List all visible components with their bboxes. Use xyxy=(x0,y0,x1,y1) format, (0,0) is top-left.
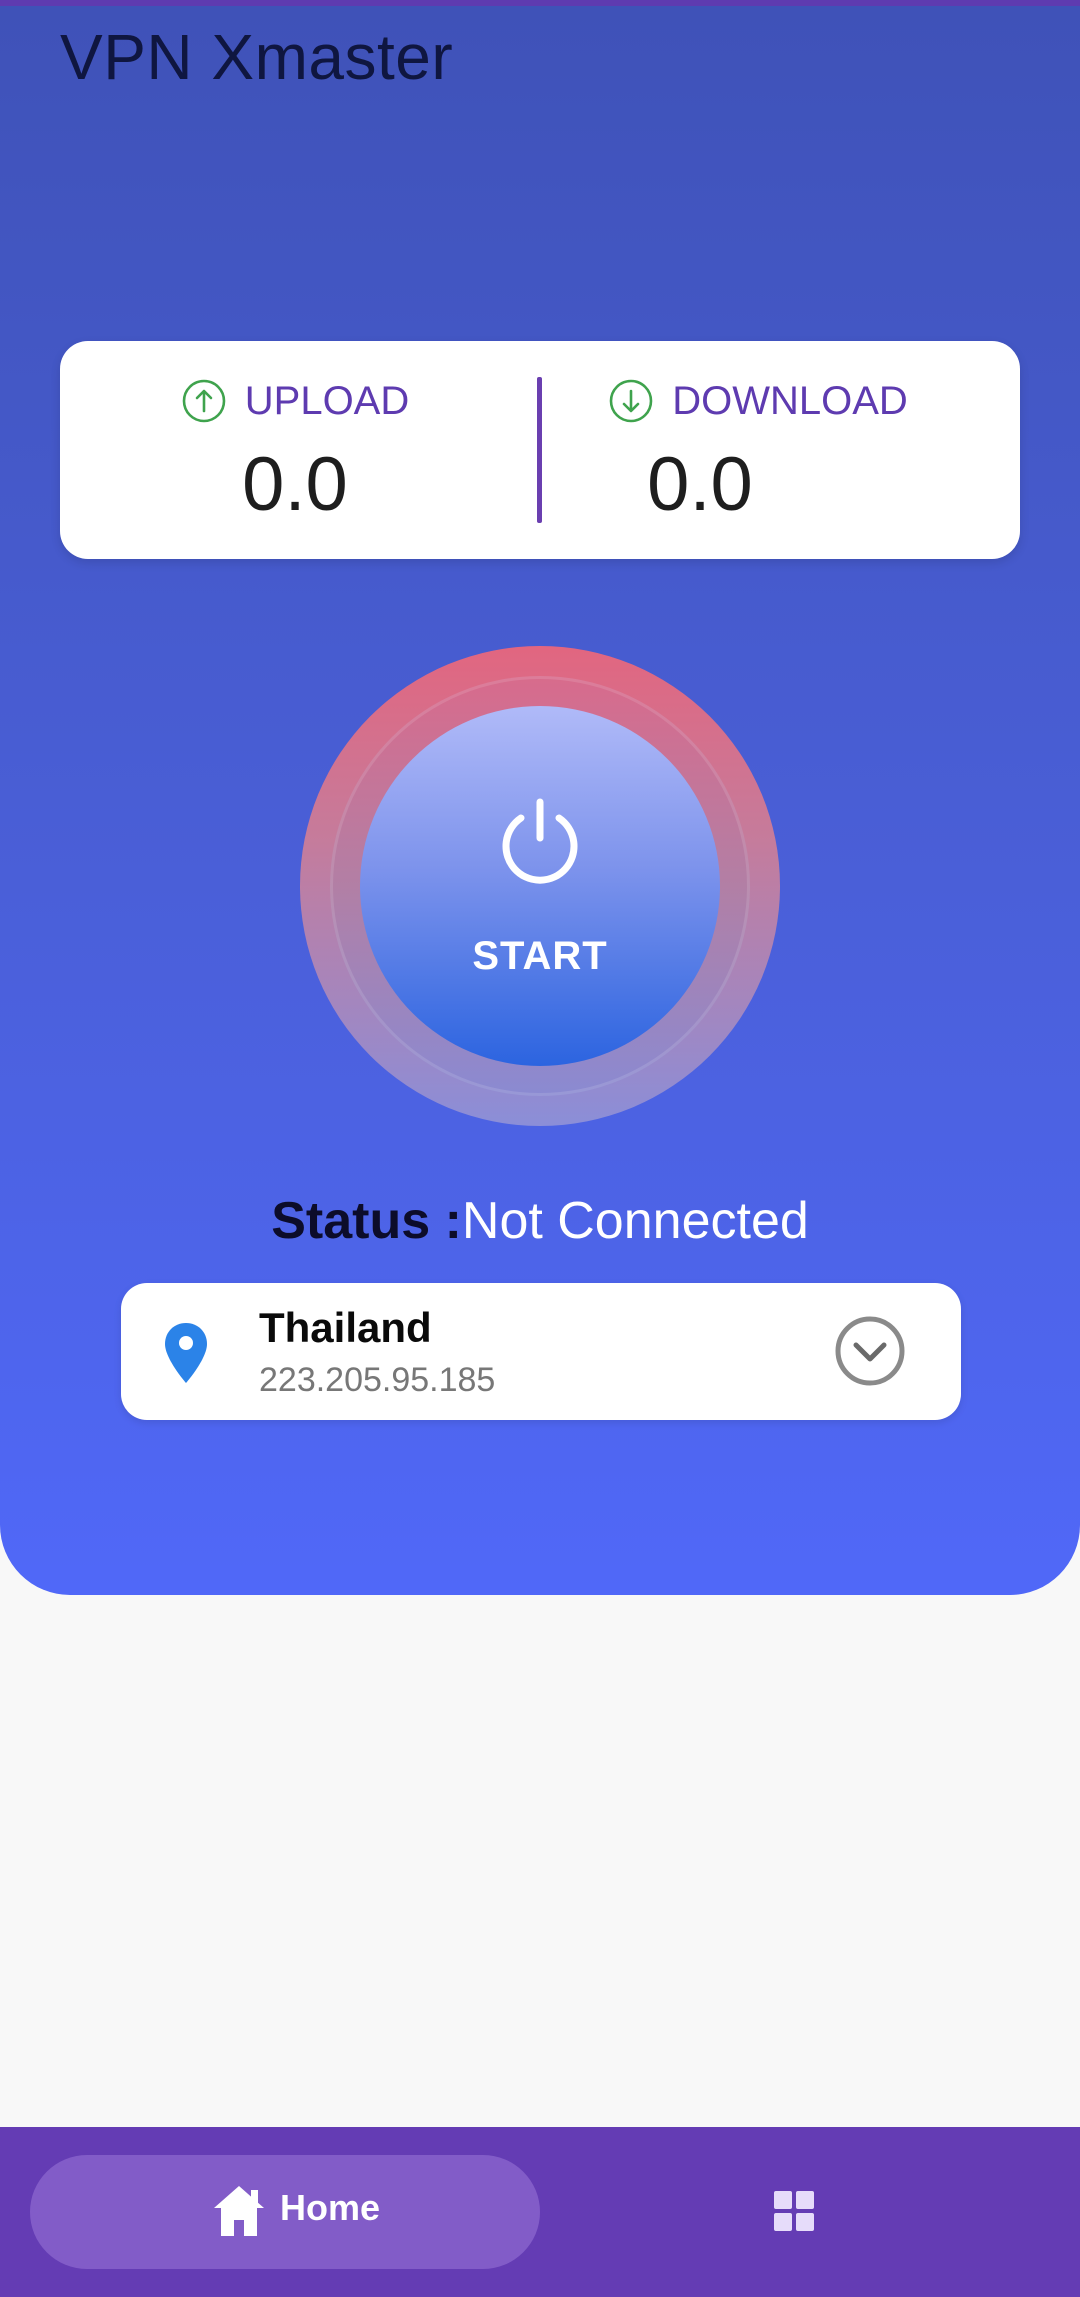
status-label: Status : xyxy=(271,1192,462,1250)
status-value: Not Connected xyxy=(461,1192,809,1250)
server-selector[interactable]: Thailand 223.205.95.185 xyxy=(121,1283,961,1420)
nav-home-label: Home xyxy=(280,2187,381,2228)
app-title: VPN Xmaster xyxy=(60,21,454,93)
bottom-navigation: Home xyxy=(0,2127,1080,2297)
chevron-down-circle-icon[interactable] xyxy=(834,1315,906,1387)
upload-label: UPLOAD xyxy=(244,378,410,423)
start-label: START xyxy=(472,934,608,978)
arrow-up-circle-icon xyxy=(182,380,226,423)
nav-grid-tab[interactable] xyxy=(754,2167,834,2257)
location-pin-icon xyxy=(165,1323,207,1383)
traffic-stats-card: UPLOAD 0.0 DOWNLOAD 0.0 xyxy=(60,341,1020,559)
grid-icon xyxy=(774,2191,814,2231)
download-value: 0.0 xyxy=(647,442,753,527)
power-icon xyxy=(502,798,578,884)
nav-home-tab[interactable]: Home xyxy=(30,2155,540,2269)
download-label: DOWNLOAD xyxy=(672,378,908,423)
power-control: START xyxy=(300,646,780,1126)
server-country: Thailand xyxy=(259,1304,432,1351)
upload-header: UPLOAD xyxy=(55,377,535,424)
download-header: DOWNLOAD xyxy=(518,377,998,424)
hero-panel: VPN Xmaster UPLOAD 0.0 DOWNLOAD 0.0 STAR… xyxy=(0,6,1080,1595)
home-icon xyxy=(214,2186,264,2236)
download-stat: DOWNLOAD 0.0 xyxy=(540,341,1020,559)
connection-status: Status :Not Connected xyxy=(0,1191,1080,1251)
start-button[interactable]: START xyxy=(360,706,720,1066)
arrow-down-circle-icon xyxy=(609,380,653,423)
server-ip: 223.205.95.185 xyxy=(259,1361,496,1399)
